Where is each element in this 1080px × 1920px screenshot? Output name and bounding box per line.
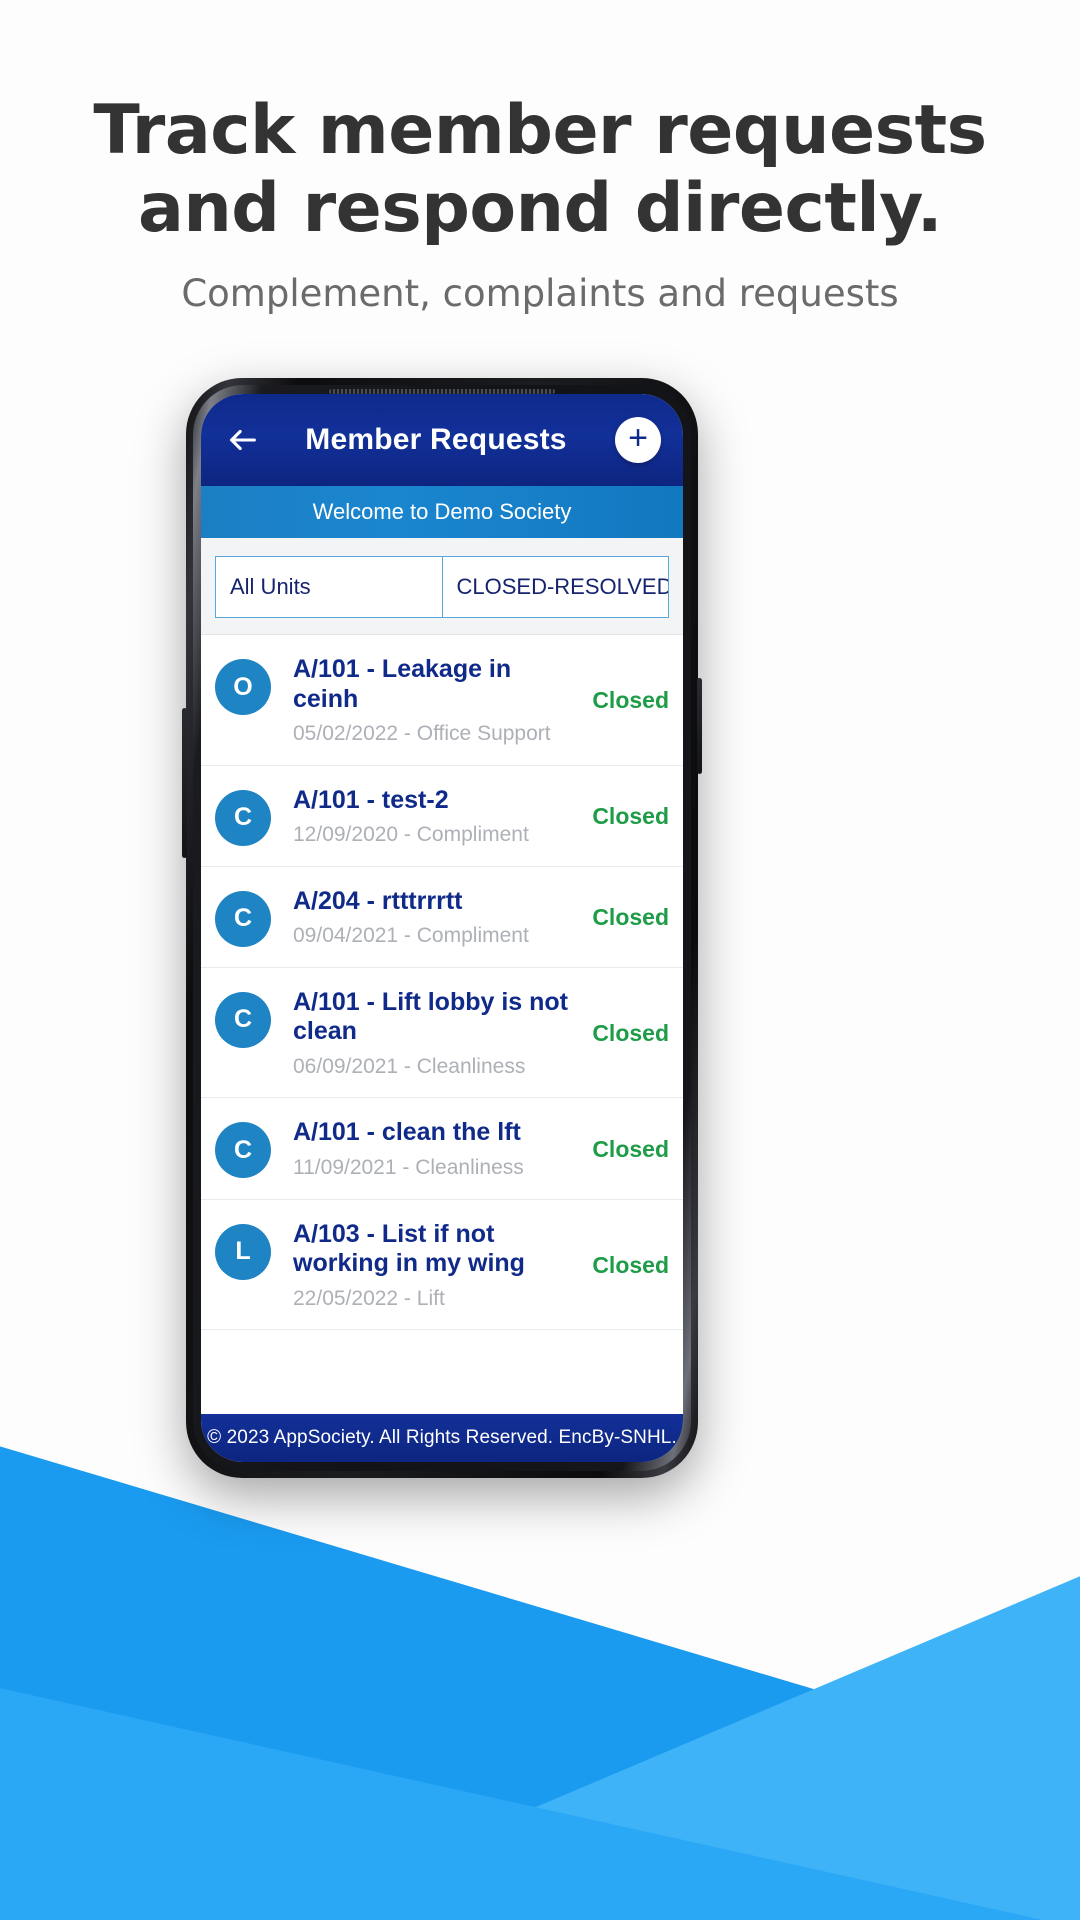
promo-page: Track member requests and respond direct… (0, 0, 1080, 1920)
phone-mockup: Member Requests + Welcome to Demo Societ… (182, 378, 702, 1478)
request-meta: 11/09/2021 - Cleanliness (293, 1155, 524, 1179)
promo-text-block: Track member requests and respond direct… (0, 91, 1080, 316)
list-item[interactable]: L A/103 - List if not working in my wing… (201, 1200, 683, 1331)
list-item-body: A/101 - Lift lobby is not clean 06/09/20… (271, 988, 588, 1080)
request-meta: 12/09/2020 - Compliment (293, 823, 529, 847)
filter-row: All Units CLOSED-RESOLVED (215, 556, 669, 618)
status-badge: Closed (592, 1135, 669, 1162)
filter-panel: All Units CLOSED-RESOLVED (201, 538, 683, 635)
app-bar: Member Requests + (201, 394, 683, 486)
status-badge: Closed (592, 687, 669, 714)
list-item-body: A/101 - Leakage in ceinh 05/02/2022 - Of… (271, 655, 588, 747)
headline-line-1: Track member requests (93, 91, 987, 170)
list-item[interactable]: O A/101 - Leakage in ceinh 05/02/2022 - … (201, 635, 683, 766)
subheadline: Complement, complaints and requests (181, 272, 899, 316)
list-item-body: A/101 - clean the lft 11/09/2021 - Clean… (271, 1118, 588, 1180)
list-item-body: A/204 - rtttrrrtt 09/04/2021 - Complimen… (271, 887, 588, 949)
list-item[interactable]: C A/101 - Lift lobby is not clean 06/09/… (201, 968, 683, 1099)
status-badge: Closed (592, 1251, 669, 1278)
request-meta: 22/05/2022 - Lift (293, 1286, 445, 1310)
list-item[interactable]: C A/101 - test-2 12/09/2020 - Compliment… (201, 766, 683, 867)
request-title: A/101 - clean the lft (293, 1118, 521, 1147)
request-list: O A/101 - Leakage in ceinh 05/02/2022 - … (201, 635, 683, 1414)
list-item-body: A/101 - test-2 12/09/2020 - Compliment (271, 786, 588, 848)
list-item-body: A/103 - List if not working in my wing 2… (271, 1220, 588, 1312)
avatar: C (215, 991, 271, 1048)
headline-line-2: and respond directly. (137, 169, 943, 249)
status-filter-select[interactable]: CLOSED-RESOLVED (442, 556, 669, 618)
status-badge: Closed (592, 803, 669, 830)
avatar: L (215, 1223, 271, 1280)
status-badge: Closed (592, 1020, 669, 1047)
page-title: Member Requests (305, 423, 567, 456)
avatar: C (215, 1122, 271, 1179)
request-meta: 06/09/2021 - Cleanliness (293, 1054, 526, 1078)
volume-button[interactable] (182, 708, 187, 858)
avatar: C (215, 890, 271, 947)
phone-screen: Member Requests + Welcome to Demo Societ… (201, 394, 683, 1462)
request-meta: 09/04/2021 - Compliment (293, 924, 529, 948)
status-badge: Closed (592, 904, 669, 931)
list-item[interactable]: C A/101 - clean the lft 11/09/2021 - Cle… (201, 1098, 683, 1200)
add-request-button[interactable]: + (615, 417, 661, 463)
request-title: A/101 - test-2 (293, 785, 449, 814)
app-footer: © 2023 AppSociety. All Rights Reserved. … (201, 1414, 683, 1462)
earpiece-speaker-icon (329, 389, 555, 394)
plus-icon: + (628, 419, 648, 457)
request-title: A/101 - Leakage in ceinh (293, 655, 512, 713)
request-title: A/101 - Lift lobby is not clean (293, 987, 569, 1046)
welcome-banner: Welcome to Demo Society (201, 486, 683, 538)
power-button[interactable] (697, 678, 702, 774)
avatar: C (215, 789, 271, 846)
request-title: A/204 - rtttrrrtt (293, 886, 463, 915)
app-screen: Member Requests + Welcome to Demo Societ… (201, 394, 683, 1462)
list-item[interactable]: C A/204 - rtttrrrtt 09/04/2021 - Complim… (201, 867, 683, 968)
unit-filter-select[interactable]: All Units (215, 556, 443, 618)
request-title: A/103 - List if not working in my wing (293, 1219, 525, 1278)
request-meta: 05/02/2022 - Office Support (293, 722, 551, 745)
avatar: O (215, 659, 271, 715)
